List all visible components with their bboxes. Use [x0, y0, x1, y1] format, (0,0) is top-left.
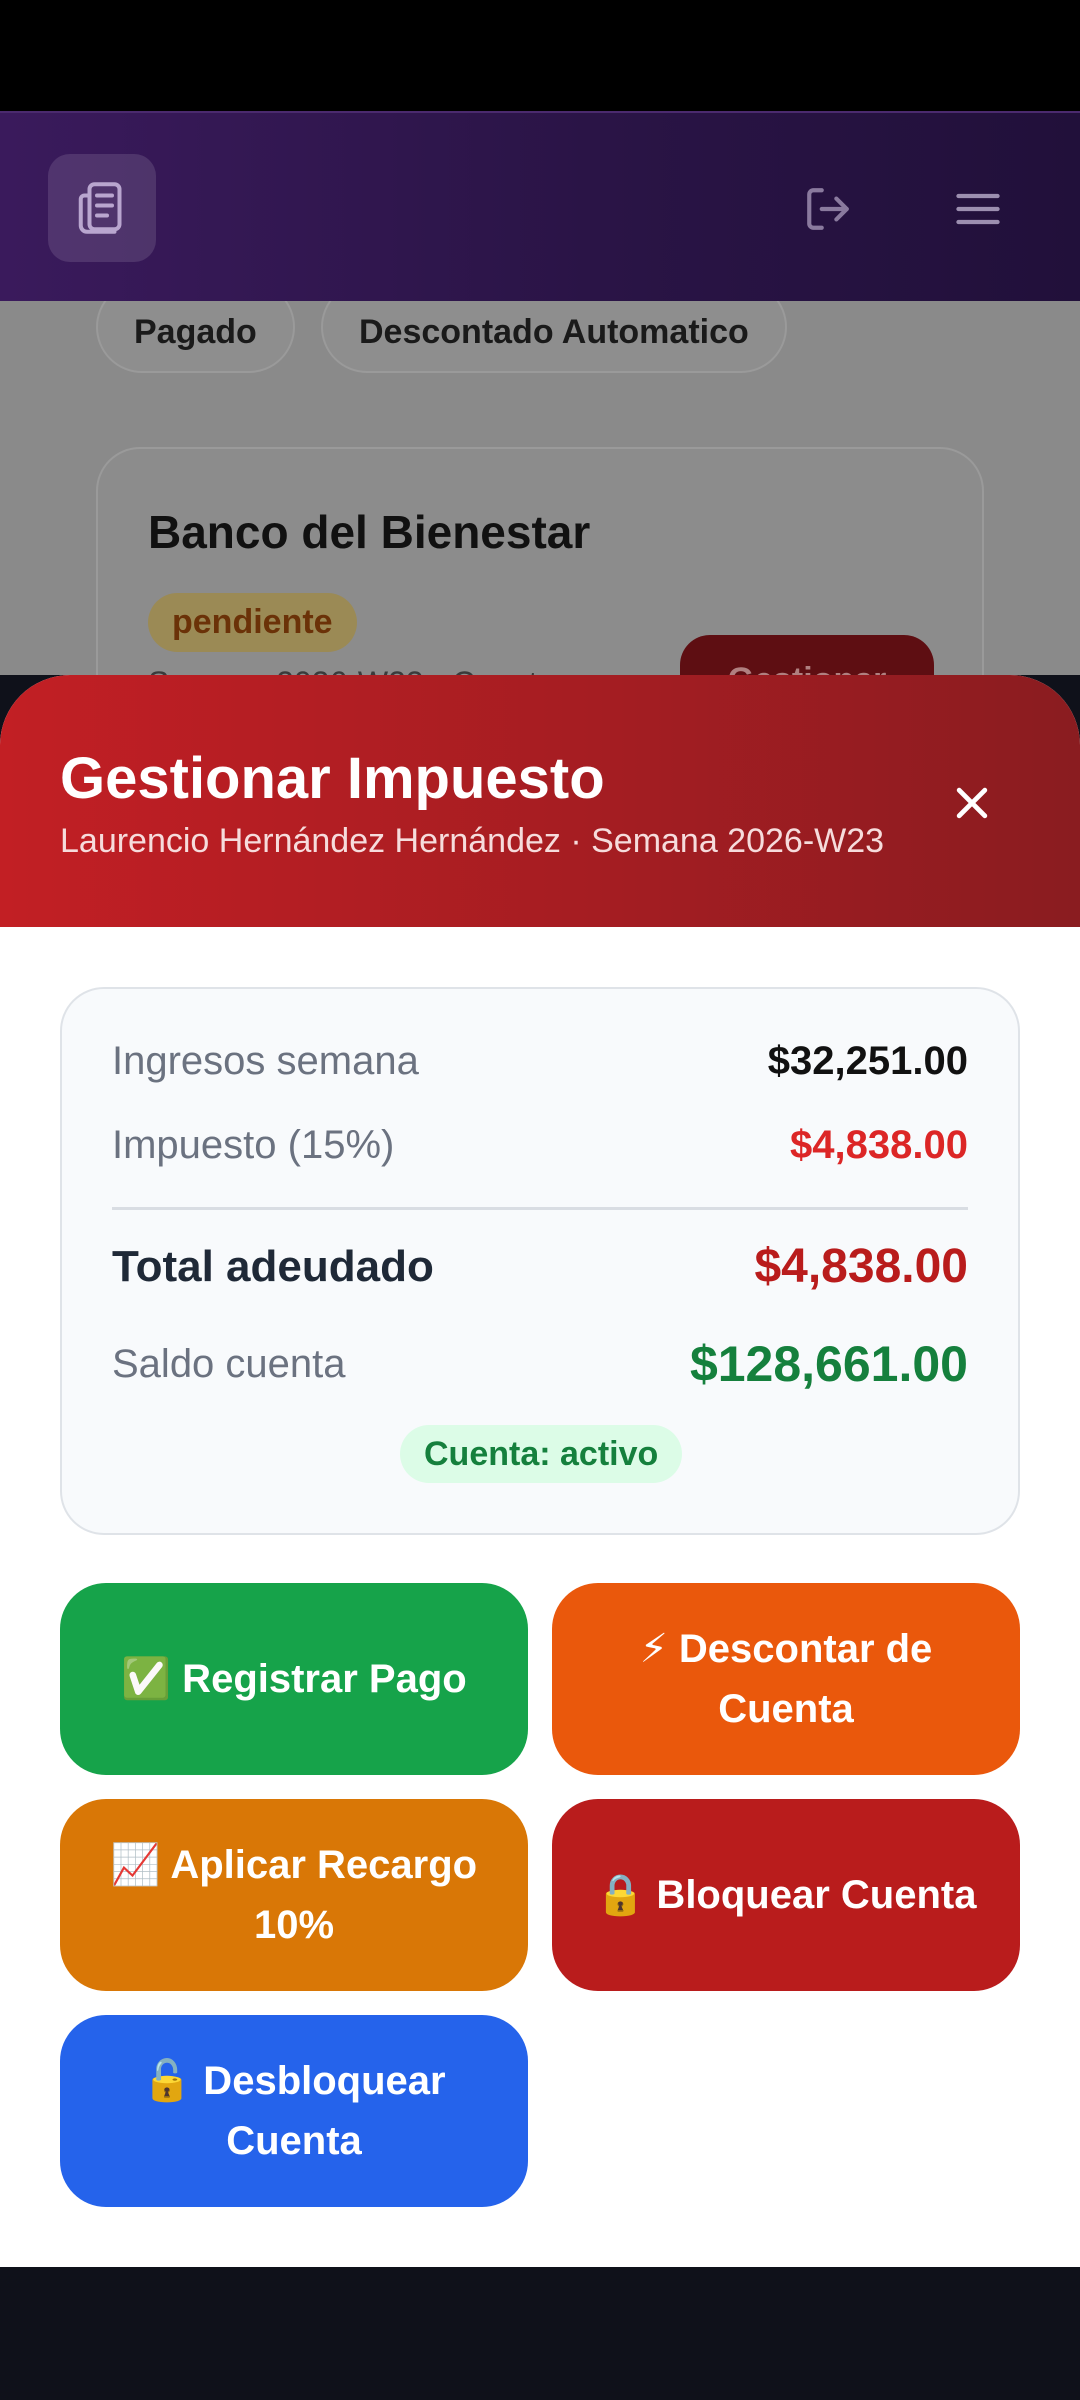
balance-value: $128,661.00 [689, 1336, 968, 1392]
income-value: $32,251.00 [767, 1039, 968, 1083]
total-row: Total adeudado $4,838.00 [112, 1239, 968, 1294]
modal-title: Gestionar Impuesto [60, 746, 605, 811]
summary-divider [112, 1207, 968, 1210]
document-icon [78, 182, 122, 234]
register-payment-button[interactable]: ✅ Registrar Pago [60, 1583, 528, 1775]
hamburger-menu-icon [956, 193, 1000, 225]
tax-modal: Gestionar Impuesto Laurencio Hernández H… [0, 675, 1080, 2267]
income-row: Ingresos semana $32,251.00 [112, 1039, 968, 1084]
logout-button[interactable] [796, 177, 860, 241]
income-label: Ingresos semana [112, 1039, 419, 1083]
tax-row: Impuesto (15%) $4,838.00 [112, 1123, 968, 1168]
deduct-from-account-button[interactable]: ⚡ Descontar de Cuenta [552, 1583, 1020, 1775]
app-logo[interactable] [48, 154, 156, 262]
block-account-button[interactable]: 🔒 Bloquear Cuenta [552, 1799, 1020, 1991]
unblock-account-button[interactable]: 🔓 Desbloquear Cuenta [60, 2015, 528, 2207]
gestionar-button[interactable]: Gestionar [680, 635, 934, 675]
filter-chip-pagado[interactable]: Pagado [96, 301, 295, 373]
menu-button[interactable] [946, 177, 1010, 241]
status-badge: pendiente [148, 593, 357, 652]
tax-summary: Ingresos semana $32,251.00 Impuesto (15%… [60, 987, 1020, 1535]
total-value: $4,838.00 [754, 1240, 968, 1293]
close-icon [956, 787, 988, 819]
apply-surcharge-button[interactable]: 📈 Aplicar Recargo 10% [60, 1799, 528, 1991]
tax-label: Impuesto (15%) [112, 1123, 395, 1167]
card-subtitle: Semana 2026-W23 · Cuenta [148, 665, 555, 675]
tax-card: Banco del Bienestar pendiente Semana 202… [96, 447, 984, 675]
close-button[interactable] [944, 775, 1000, 831]
navigation-bar [0, 2267, 1080, 2400]
total-label: Total adeudado [112, 1241, 434, 1291]
logout-icon [807, 188, 849, 230]
status-bar [0, 0, 1080, 111]
filter-chip-descontado[interactable]: Descontado Automatico [321, 301, 787, 373]
balance-row: Saldo cuenta $128,661.00 [112, 1335, 968, 1393]
modal-header: Gestionar Impuesto Laurencio Hernández H… [0, 675, 1080, 927]
modal-subtitle: Laurencio Hernández Hernández · Semana 2… [60, 822, 885, 860]
balance-label: Saldo cuenta [112, 1341, 346, 1386]
card-title: Banco del Bienestar [148, 506, 591, 558]
app-header [0, 111, 1080, 301]
page-background: Pagado Descontado Automatico Banco del B… [0, 301, 1080, 675]
account-status-badge: Cuenta: activo [400, 1425, 683, 1483]
tax-value: $4,838.00 [790, 1123, 968, 1167]
